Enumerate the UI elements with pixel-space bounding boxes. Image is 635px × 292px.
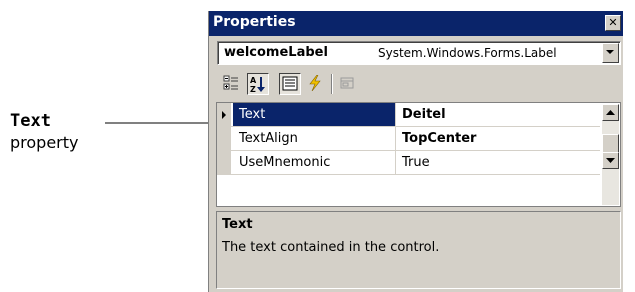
property-value[interactable]: True [398, 151, 430, 174]
chevron-down-icon [606, 50, 614, 54]
alphabetical-icon: A Z [250, 76, 265, 93]
property-row-textalign[interactable]: TextAlign TopCenter [217, 127, 600, 151]
grid-scrollbar[interactable] [602, 104, 619, 205]
property-name: Text [233, 103, 395, 126]
property-row-usemnemonic[interactable]: UseMnemonic True [217, 151, 600, 175]
description-title: Text [222, 217, 253, 232]
properties-window: Properties ✕ welcomeLabel System.Windows… [208, 11, 623, 292]
object-type: System.Windows.Forms.Label [378, 46, 557, 60]
arrow-up-icon [606, 110, 615, 115]
close-icon: ✕ [608, 16, 618, 29]
window-titlebar[interactable]: Properties ✕ [209, 11, 623, 36]
column-divider [395, 103, 396, 126]
row-gutter [217, 103, 231, 126]
property-grid: Text Deitel TextAlign TopCenter UseMnemo… [216, 102, 621, 207]
selected-row-arrow-icon [222, 111, 226, 119]
row-gutter [217, 127, 231, 150]
properties-icon [282, 76, 298, 91]
property-name: TextAlign [239, 131, 298, 146]
column-divider [395, 127, 396, 150]
properties-button[interactable] [279, 73, 301, 95]
arrow-down-icon [606, 158, 615, 163]
window-title: Properties [213, 14, 296, 30]
description-text: The text contained in the control. [222, 240, 440, 255]
scroll-down-button[interactable] [602, 152, 619, 169]
svg-text:Z: Z [250, 85, 256, 93]
object-name: welcomeLabel [224, 45, 328, 60]
object-selector-dropdown-button[interactable] [602, 43, 619, 63]
property-value[interactable]: TopCenter [398, 127, 476, 150]
property-pages-icon [340, 77, 354, 89]
property-row-text[interactable]: Text Deitel [217, 103, 600, 127]
svg-text:A: A [250, 76, 257, 85]
events-button[interactable] [305, 73, 327, 95]
property-pages-button[interactable] [337, 73, 359, 95]
property-name: UseMnemonic [239, 155, 331, 170]
scroll-up-button[interactable] [602, 104, 619, 121]
categorized-icon [223, 75, 238, 90]
events-icon [309, 75, 321, 91]
object-selector[interactable]: welcomeLabel System.Windows.Forms.Label [217, 41, 621, 65]
row-gutter [217, 151, 231, 174]
property-value[interactable]: Deitel [398, 103, 446, 126]
column-divider [395, 151, 396, 174]
close-button[interactable]: ✕ [605, 15, 621, 31]
description-pane: Text The text contained in the control. [216, 211, 621, 289]
categorized-button[interactable] [221, 73, 243, 95]
properties-toolbar: A Z [217, 71, 619, 99]
toolbar-separator [331, 74, 333, 94]
alphabetical-button[interactable]: A Z [247, 73, 269, 95]
